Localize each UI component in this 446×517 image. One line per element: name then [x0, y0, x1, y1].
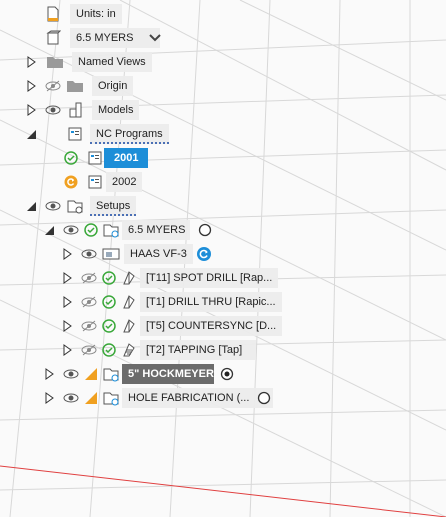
document-icon	[44, 5, 62, 23]
radio-selected-icon[interactable]	[218, 365, 236, 383]
setup-row[interactable]: HOLE FABRICATION (...	[40, 388, 274, 408]
check-circle-icon	[100, 269, 118, 287]
check-circle-icon	[82, 221, 100, 239]
drill-operation-icon	[120, 293, 138, 311]
warning-triangle-icon	[82, 365, 100, 383]
check-circle-icon	[100, 293, 118, 311]
eye-icon[interactable]	[44, 101, 62, 119]
eye-icon[interactable]	[62, 389, 80, 407]
operation-label: [T11] SPOT DRILL [Rap...	[140, 268, 279, 288]
setups-folder-icon	[66, 197, 84, 215]
collapse-arrow-icon[interactable]	[40, 221, 58, 239]
expand-arrow-icon[interactable]	[58, 293, 76, 311]
nc-programs-label: NC Programs	[90, 124, 169, 144]
folder-icon	[46, 53, 64, 71]
drill-operation-icon	[120, 317, 138, 335]
check-circle-icon	[62, 149, 80, 167]
refresh-icon[interactable]	[195, 245, 213, 263]
radio-empty-icon[interactable]	[196, 221, 214, 239]
expand-arrow-icon[interactable]	[58, 269, 76, 287]
chevron-down-icon[interactable]	[146, 29, 164, 47]
folder-icon	[66, 77, 84, 95]
eye-hidden-icon[interactable]	[80, 317, 98, 335]
setup-icon	[102, 389, 120, 407]
setup-row[interactable]: 6.5 MYERS	[40, 220, 214, 240]
stock-row[interactable]: 6.5 MYERS	[44, 28, 164, 48]
operation-label: [T5] COUNTERSYNC [D...	[140, 316, 283, 336]
operation-row[interactable]: [T5] COUNTERSYNC [D...	[58, 316, 283, 336]
check-circle-icon	[100, 341, 118, 359]
operation-row[interactable]: [T1] DRILL THRU [Rapic...	[58, 292, 282, 312]
x-axis-line	[0, 465, 446, 517]
machine-icon	[102, 245, 120, 263]
machine-label: HAAS VF-3	[124, 244, 193, 264]
model-icon	[66, 101, 84, 119]
expand-arrow-icon[interactable]	[58, 341, 76, 359]
units-row[interactable]: Units: in	[44, 4, 122, 24]
nc-program-icon	[86, 149, 104, 167]
eye-icon[interactable]	[80, 245, 98, 263]
eye-hidden-icon[interactable]	[80, 341, 98, 359]
expand-arrow-icon[interactable]	[22, 53, 40, 71]
radio-empty-icon[interactable]	[255, 388, 274, 408]
units-label: Units: in	[70, 4, 122, 24]
setup-icon	[102, 365, 120, 383]
check-circle-icon	[100, 317, 118, 335]
nc-program-item[interactable]: 2002	[62, 172, 143, 192]
nc-programs-row[interactable]: NC Programs	[22, 124, 169, 144]
collapse-arrow-icon[interactable]	[22, 197, 40, 215]
setup-icon	[102, 221, 120, 239]
nc-program-label: 2002	[106, 172, 143, 192]
stock-icon	[44, 29, 62, 47]
warning-circle-icon	[62, 173, 80, 191]
operation-label: [T2] TAPPING [Tap]	[140, 340, 256, 360]
expand-arrow-icon[interactable]	[58, 317, 76, 335]
models-label: Models	[92, 100, 140, 120]
eye-icon[interactable]	[62, 365, 80, 383]
machine-row[interactable]: HAAS VF-3	[58, 244, 213, 264]
eye-hidden-icon[interactable]	[80, 269, 98, 287]
expand-arrow-icon[interactable]	[22, 101, 40, 119]
operation-row[interactable]: [T11] SPOT DRILL [Rap...	[58, 268, 279, 288]
nc-program-icon	[86, 173, 104, 191]
nc-program-label: 2001	[104, 148, 149, 168]
operation-label: [T1] DRILL THRU [Rapic...	[140, 292, 282, 312]
nc-program-icon	[66, 125, 84, 143]
eye-icon[interactable]	[62, 221, 80, 239]
expand-arrow-icon[interactable]	[40, 365, 58, 383]
models-row[interactable]: Models	[22, 100, 140, 120]
setups-label: Setups	[90, 196, 137, 216]
setup-label: 5" HOCKMEYER	[122, 364, 214, 384]
origin-row[interactable]: Origin	[22, 76, 134, 96]
tap-operation-icon	[120, 341, 138, 359]
drill-operation-icon	[120, 269, 138, 287]
eye-icon[interactable]	[44, 197, 62, 215]
setups-row[interactable]: Setups	[22, 196, 137, 216]
expand-arrow-icon[interactable]	[22, 77, 40, 95]
setup-label: 6.5 MYERS	[122, 220, 190, 240]
warning-triangle-icon	[82, 389, 100, 407]
named-views-label: Named Views	[72, 52, 152, 72]
expand-arrow-icon[interactable]	[58, 245, 76, 263]
setup-row[interactable]: 5" HOCKMEYER	[40, 364, 236, 384]
named-views-row[interactable]: Named Views	[22, 52, 152, 72]
setup-label: HOLE FABRICATION (...	[122, 388, 256, 408]
eye-hidden-icon[interactable]	[44, 77, 62, 95]
expand-arrow-icon[interactable]	[40, 389, 58, 407]
eye-hidden-icon[interactable]	[80, 293, 98, 311]
nc-program-item[interactable]: 2001	[62, 148, 149, 168]
collapse-arrow-icon[interactable]	[22, 125, 40, 143]
origin-label: Origin	[92, 76, 134, 96]
operation-row[interactable]: [T2] TAPPING [Tap]	[58, 340, 256, 360]
